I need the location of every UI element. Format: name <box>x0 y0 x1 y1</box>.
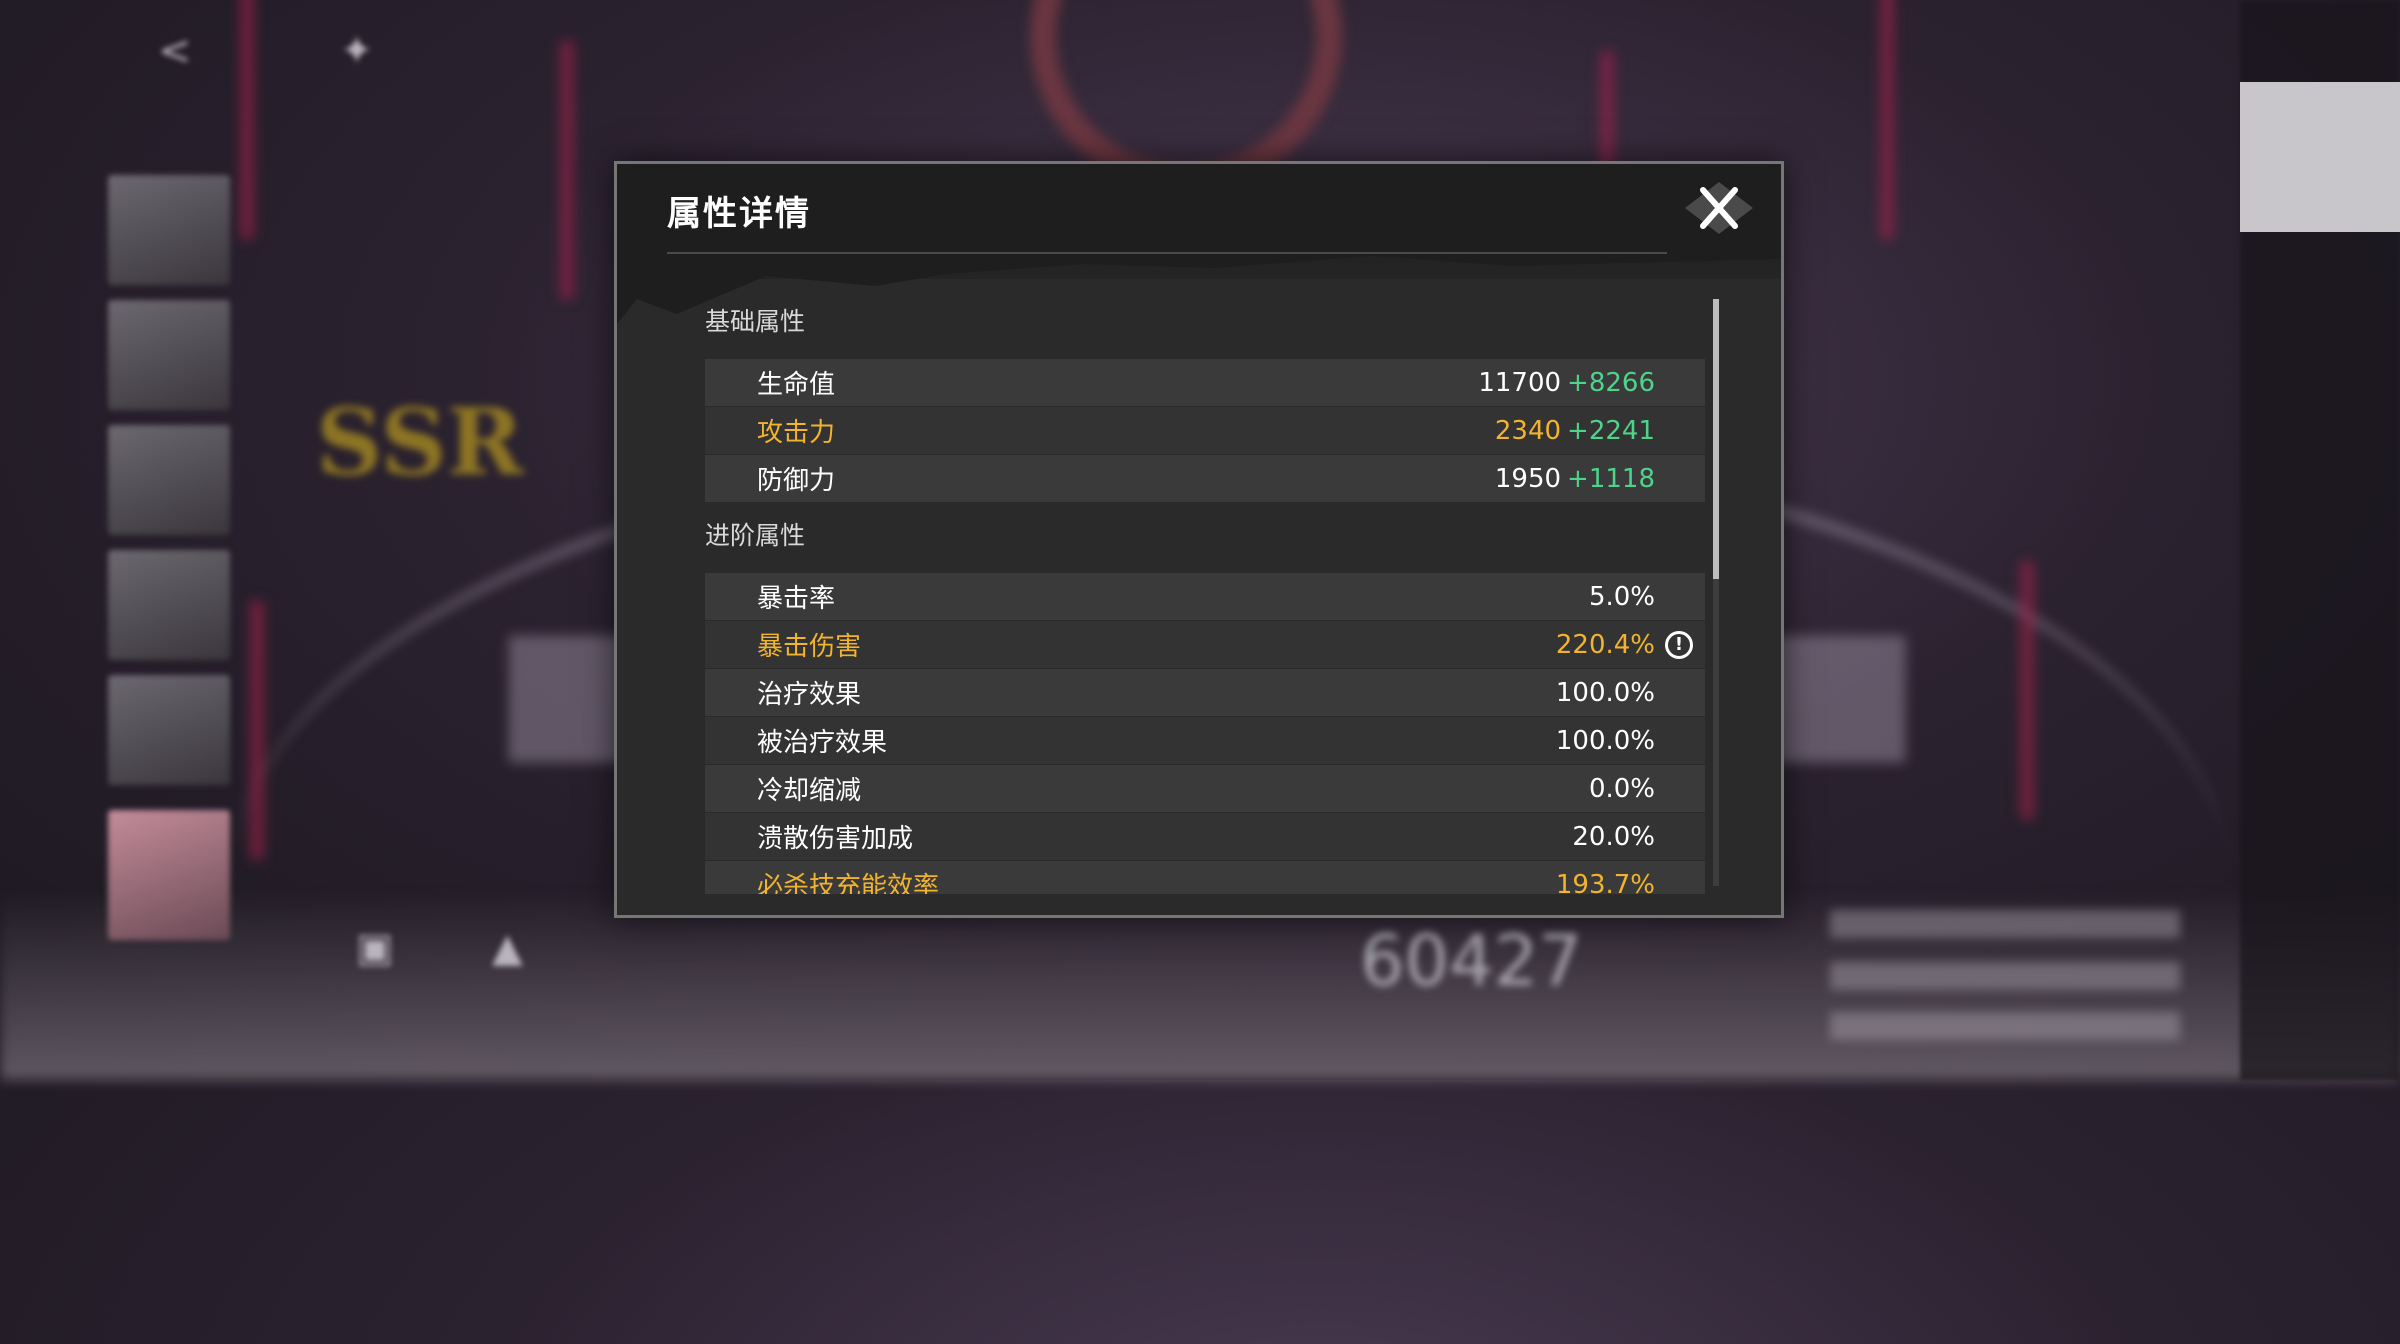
attribute-list[interactable]: 基础属性 生命值 11700 +8266 攻击力 2340 +2241 防御力 19… <box>705 289 1705 894</box>
team-portrait <box>108 425 230 535</box>
background-curtain <box>1880 0 1894 240</box>
stat-base-value: 11700 <box>1478 367 1562 398</box>
stat-value: 220.4% <box>1555 629 1655 660</box>
close-icon <box>1685 182 1753 234</box>
scrollbar-thumb[interactable] <box>1713 299 1719 579</box>
stat-label: 治疗效果 <box>757 680 862 710</box>
stat-label: 必杀技充能效率 <box>757 872 940 894</box>
background-curtain <box>560 40 574 300</box>
stat-label: 生命值 <box>757 370 836 400</box>
background-stat-line <box>1830 910 2180 938</box>
stat-label: 冷却缩减 <box>757 776 862 806</box>
stat-bonus-value: +2241 <box>1567 415 1655 446</box>
stat-value: 193.7% <box>1555 869 1655 895</box>
like-icon: ▲ <box>492 925 523 971</box>
scrollbar[interactable] <box>1713 299 1719 886</box>
stat-value: 20.0% <box>1572 821 1655 852</box>
stat-row-break-damage: 溃散伤害加成 20.0% <box>705 813 1705 860</box>
side-menu-item <box>2240 730 2400 880</box>
stat-value: 11700 +8266 <box>1478 368 1655 398</box>
stat-row-cooldown: 冷却缩减 0.0% <box>705 765 1705 812</box>
stat-value: 100.0% <box>1555 725 1655 756</box>
settings-icon: ✦ <box>340 28 374 74</box>
stat-label: 被治疗效果 <box>757 728 888 758</box>
title-divider <box>667 252 1667 254</box>
side-menu-item <box>2240 570 2400 720</box>
background-stat-line <box>1830 1012 2180 1040</box>
stat-row-crit-damage: 暴击伤害 220.4% ! <box>705 621 1705 668</box>
stat-row-healing: 治疗效果 100.0% <box>705 669 1705 716</box>
stat-value: 0.0% <box>1588 773 1655 804</box>
side-menu-item <box>2240 410 2400 560</box>
combat-power: 60427 <box>1360 920 1583 1002</box>
stat-label: 溃散伤害加成 <box>757 824 914 854</box>
background-curtain <box>240 0 254 240</box>
stat-value: 5.0% <box>1588 581 1655 612</box>
info-alert-icon[interactable]: ! <box>1665 630 1693 659</box>
background-stat-line <box>1830 962 2180 990</box>
stat-base-value: 1950 <box>1494 463 1562 494</box>
stat-value: 2340 +2241 <box>1495 416 1655 446</box>
stat-label: 暴击伤害 <box>757 632 862 662</box>
stat-bonus-value: +1118 <box>1567 463 1655 494</box>
stat-bonus-value: +8266 <box>1567 367 1655 398</box>
background-curtain <box>2020 560 2034 820</box>
stat-value: 100.0% <box>1555 677 1655 708</box>
stat-row-defense: 防御力 1950 +1118 <box>705 455 1705 502</box>
section-title-basic: 基础属性 <box>705 307 806 336</box>
stat-row-hp: 生命值 11700 +8266 <box>705 359 1705 406</box>
attribute-detail-dialog: 属性详情 基础属性 生命值 11700 +8266 攻击力 2340 +2241 防… <box>614 161 1784 918</box>
stat-row-attack: 攻击力 2340 +2241 <box>705 407 1705 454</box>
dialog-title: 属性详情 <box>667 194 811 234</box>
stat-label: 攻击力 <box>757 418 836 448</box>
stat-label: 防御力 <box>757 466 836 496</box>
stat-base-value: 2340 <box>1494 415 1562 446</box>
stat-label: 暴击率 <box>757 584 836 614</box>
side-menu-item <box>2240 82 2400 232</box>
team-portrait <box>108 675 230 785</box>
stat-row-ultimate-charge: 必杀技充能效率 193.7% <box>705 861 1705 894</box>
side-menu-item <box>2240 250 2400 400</box>
team-portrait <box>108 175 230 285</box>
stat-value: 1950 +1118 <box>1495 464 1655 494</box>
section-title-advanced: 进阶属性 <box>705 521 806 550</box>
background-curtain <box>250 600 264 860</box>
stat-row-crit-rate: 暴击率 5.0% <box>705 573 1705 620</box>
team-portrait <box>108 300 230 410</box>
gallery-icon: ▣ <box>356 925 394 971</box>
close-button[interactable] <box>1681 178 1757 238</box>
stat-row-healed: 被治疗效果 100.0% <box>705 717 1705 764</box>
rarity-badge: SSR <box>316 388 524 496</box>
team-portrait <box>108 810 230 940</box>
team-portrait <box>108 550 230 660</box>
share-icon: < <box>158 28 192 74</box>
